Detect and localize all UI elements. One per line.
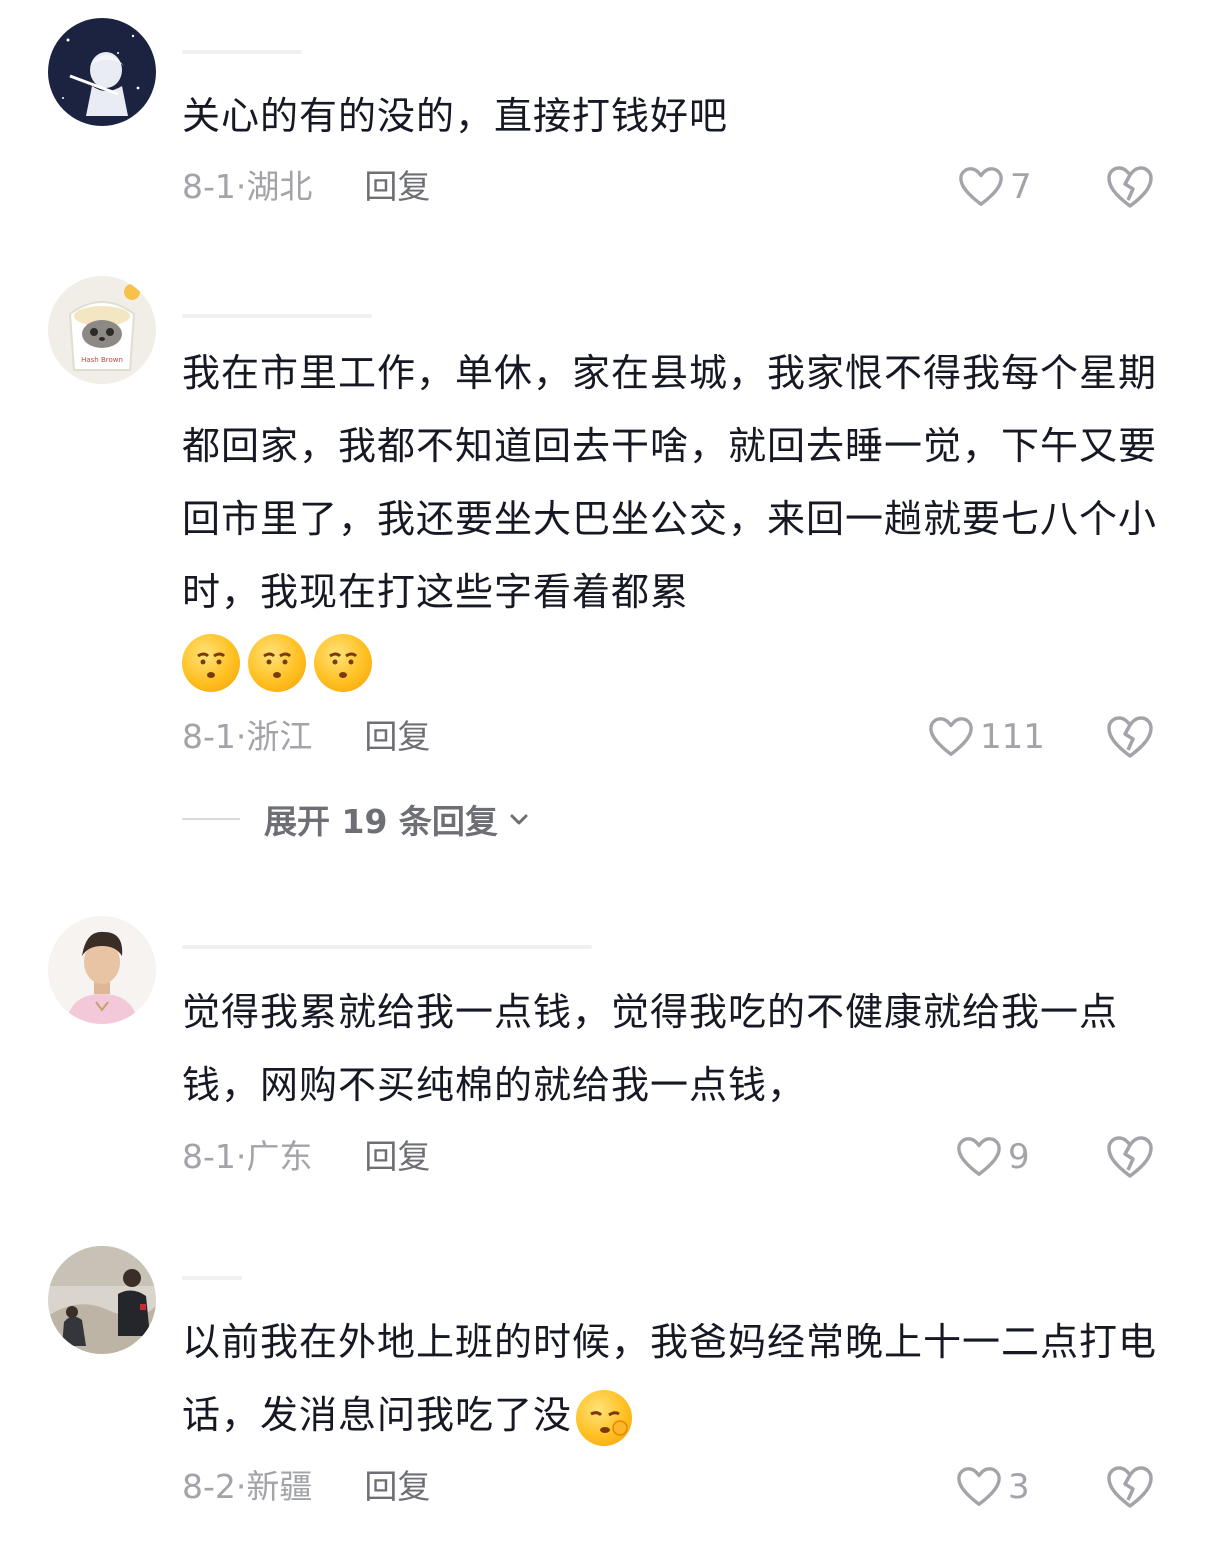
comment-meta: 8-2 · 新疆 回复 xyxy=(182,1462,430,1512)
comment-region: 湖北 xyxy=(246,167,313,206)
avatar[interactable] xyxy=(48,1246,156,1354)
hash-brown-avatar-icon: Hash Brown xyxy=(48,276,156,384)
comment-meta: 8-1 · 湖北 回复 xyxy=(182,162,430,212)
meta-separator: · xyxy=(235,717,247,756)
meta-separator: · xyxy=(235,167,247,206)
heart-icon xyxy=(959,167,1003,206)
like-count: 9 xyxy=(1008,1137,1030,1177)
heart-icon xyxy=(957,1137,1001,1176)
expand-label: 展开 19 条回复 xyxy=(264,802,498,841)
meta-separator: · xyxy=(235,1137,247,1176)
comment-region: 浙江 xyxy=(246,717,313,756)
dislike-button[interactable] xyxy=(1106,164,1154,210)
comment-text-content: 以前我在外地上班的时候，我爸妈经常晚上十一二点打电话，发消息问我吃了没 xyxy=(182,1320,1158,1437)
dislike-button[interactable] xyxy=(1106,714,1154,760)
reply-button[interactable]: 回复 xyxy=(364,1132,430,1182)
like-button[interactable]: 3 xyxy=(956,1462,1030,1512)
chevron-down-icon xyxy=(510,814,528,825)
avatar[interactable] xyxy=(48,916,156,1024)
comment-text: 我在市里工作，单休，家在县城，我家恨不得我每个星期都回家，我都不知道回去干啥，就… xyxy=(182,351,1158,614)
username-placeholder[interactable] xyxy=(182,1276,242,1280)
tired-face-emoji xyxy=(182,634,240,692)
comment-region: 广东 xyxy=(246,1137,313,1176)
dislike-button[interactable] xyxy=(1106,1464,1154,1510)
broken-heart-icon xyxy=(1107,716,1153,758)
avatar[interactable] xyxy=(48,18,156,126)
like-count: 111 xyxy=(980,717,1045,757)
dislike-button[interactable] xyxy=(1106,1134,1154,1180)
comment-meta: 8-1 · 广东 回复 xyxy=(182,1132,430,1182)
tired-face-emoji xyxy=(248,634,306,692)
svg-text:Hash Brown: Hash Brown xyxy=(81,356,123,364)
expand-divider xyxy=(182,818,240,820)
comment-text: 以前我在外地上班的时候，我爸妈经常晚上十一二点打电话，发消息问我吃了没 xyxy=(182,1306,1162,1452)
username-placeholder[interactable] xyxy=(182,314,372,318)
thinking-face-emoji xyxy=(576,1389,633,1446)
broken-heart-icon xyxy=(1107,1466,1153,1508)
username-placeholder[interactable] xyxy=(182,945,592,949)
outdoor-photo-avatar-icon xyxy=(48,1246,156,1354)
reply-button[interactable]: 回复 xyxy=(364,712,430,762)
like-button[interactable]: 111 xyxy=(928,712,1045,762)
reply-button[interactable]: 回复 xyxy=(364,1462,430,1512)
like-count: 7 xyxy=(1010,167,1032,207)
like-button[interactable]: 9 xyxy=(956,1132,1030,1182)
starry-boy-avatar-icon xyxy=(48,18,156,126)
man-portrait-avatar-icon xyxy=(48,916,156,1024)
comment-date: 8-1 xyxy=(182,1137,236,1176)
broken-heart-icon xyxy=(1107,1136,1153,1178)
comment-date: 8-2 xyxy=(182,1467,236,1506)
broken-heart-icon xyxy=(1107,166,1153,208)
meta-separator: · xyxy=(235,1467,247,1506)
reply-button[interactable]: 回复 xyxy=(364,162,430,212)
avatar[interactable]: Hash Brown xyxy=(48,276,156,384)
comment-region: 新疆 xyxy=(246,1467,313,1506)
comment-meta: 8-1 · 浙江 回复 xyxy=(182,712,430,762)
tired-face-emoji xyxy=(314,634,372,692)
like-button[interactable]: 7 xyxy=(958,162,1032,212)
comment-date: 8-1 xyxy=(182,167,236,206)
username-placeholder[interactable] xyxy=(182,50,302,54)
comment-date: 8-1 xyxy=(182,717,236,756)
heart-icon xyxy=(957,1467,1001,1506)
heart-icon xyxy=(929,717,973,756)
like-count: 3 xyxy=(1008,1467,1030,1507)
expand-replies-button[interactable]: 展开 19 条回复 xyxy=(182,796,530,842)
emoji-row xyxy=(182,634,372,692)
comment-text: 觉得我累就给我一点钱，觉得我吃的不健康就给我一点钱，网购不买纯棉的就给我一点钱， xyxy=(182,990,1119,1107)
comment-text: 关心的有的没的，直接打钱好吧 xyxy=(182,94,729,138)
